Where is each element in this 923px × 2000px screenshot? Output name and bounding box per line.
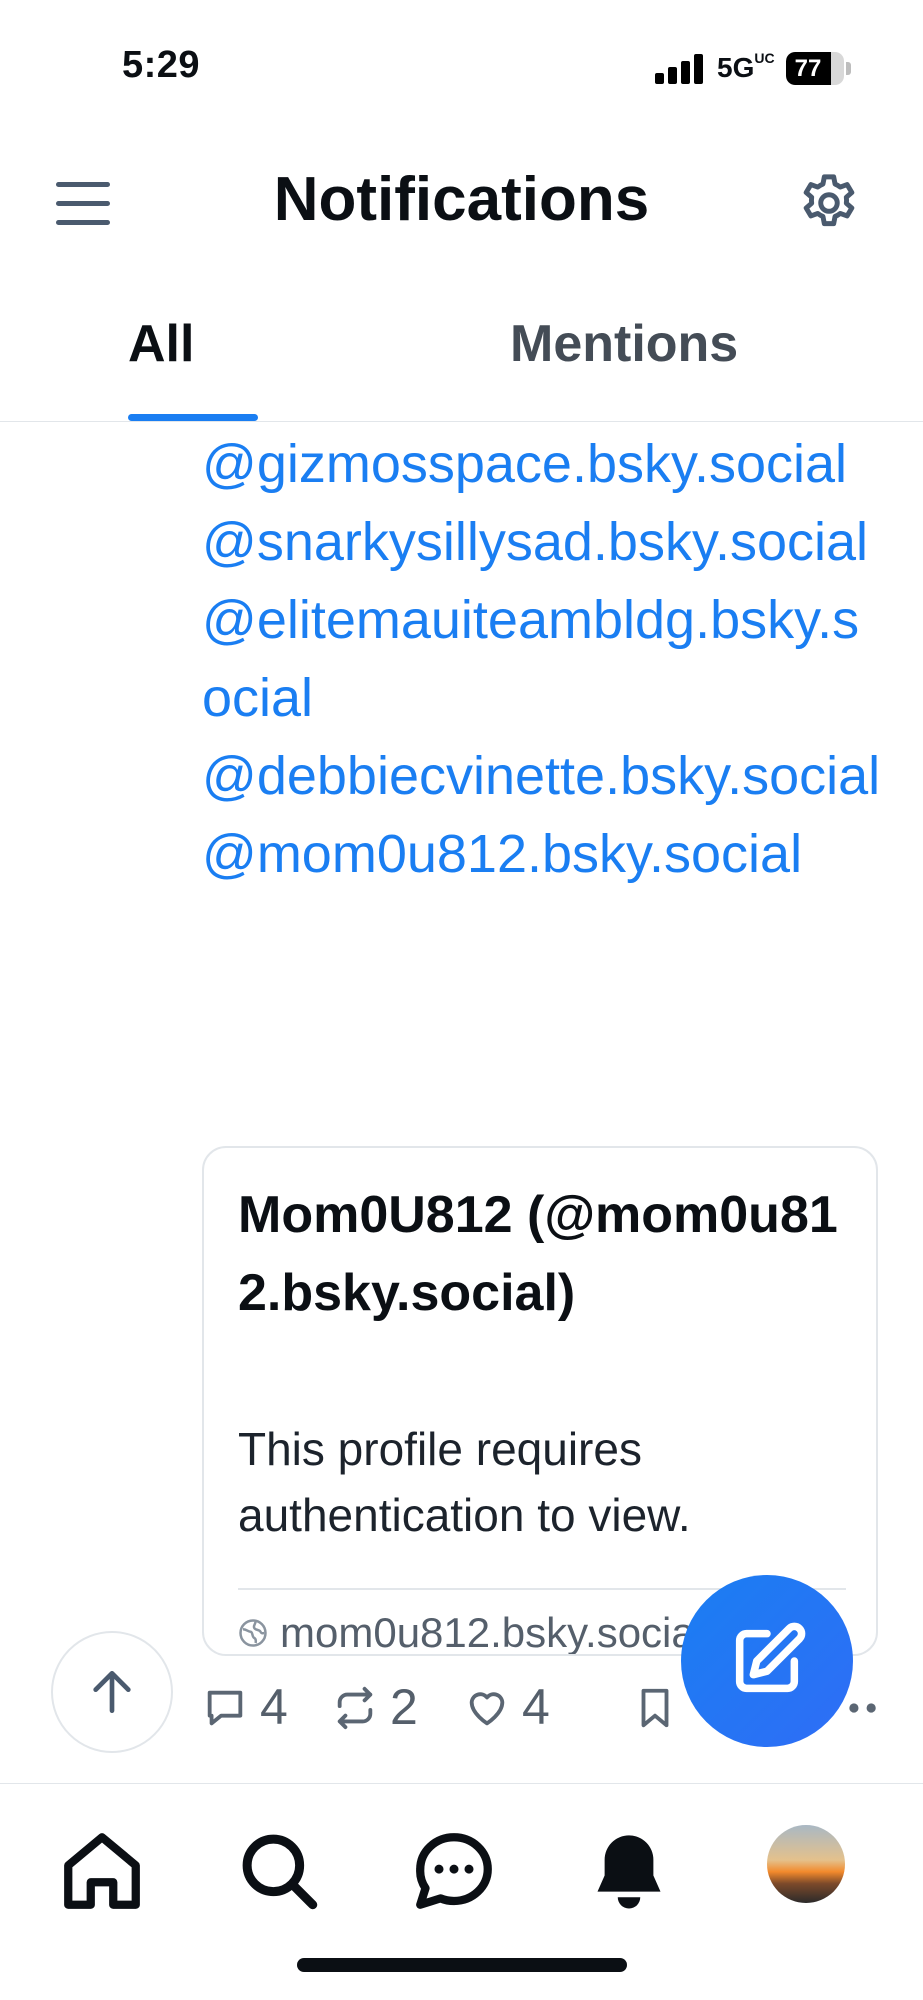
embed-description: This profile requires authentication to … [238, 1423, 691, 1541]
reply-button[interactable]: 4 [202, 1673, 302, 1743]
bookmark-icon [641, 1688, 669, 1728]
repost-button[interactable]: 2 [332, 1673, 432, 1743]
repost-icon [337, 1686, 373, 1730]
globe-icon [239, 1619, 267, 1647]
tab-bar: All Mentions [0, 290, 923, 422]
mention-link[interactable]: @snarkysillysad.bsky.social [202, 503, 882, 581]
home-indicator [297, 1958, 627, 1972]
reply-icon [207, 1690, 243, 1726]
compose-post-button[interactable] [681, 1575, 853, 1747]
embed-domain: mom0u812.bsky.social [280, 1609, 705, 1654]
nav-notifications[interactable] [584, 1826, 674, 1916]
battery-tip [846, 62, 851, 75]
signal-icon [655, 54, 705, 84]
nav-messages[interactable] [409, 1826, 499, 1916]
mention-link[interactable]: @debbiecvinette.bsky.social [202, 737, 882, 815]
status-time: 5:29 [122, 44, 201, 86]
chat-icon [416, 1833, 492, 1909]
nav-home[interactable] [57, 1826, 147, 1916]
bookmark-button[interactable] [632, 1673, 682, 1743]
reply-count: 4 [260, 1679, 288, 1735]
header: Notifications [0, 150, 923, 260]
tab-all[interactable]: All [128, 314, 258, 374]
mention-list: @gizmosspace.bsky.social @snarkysillysad… [202, 425, 882, 893]
page-title: Notifications [273, 165, 650, 234]
mention-link[interactable]: @gizmosspace.bsky.social [202, 425, 882, 503]
nav-search[interactable] [234, 1826, 324, 1916]
home-icon [64, 1833, 140, 1909]
tab-mentions[interactable]: Mentions [510, 314, 738, 374]
compose-icon [735, 1622, 806, 1693]
search-icon [242, 1834, 318, 1910]
bell-icon [597, 1835, 661, 1909]
like-button[interactable]: 4 [464, 1673, 564, 1743]
network-indicator: 5GUC [717, 49, 775, 83]
arrow-up-icon [93, 1671, 131, 1713]
scroll-to-top-button[interactable] [51, 1631, 173, 1753]
heart-icon [469, 1692, 505, 1726]
mention-link[interactable]: @mom0u812.bsky.social [202, 815, 882, 893]
mention-link[interactable]: @elitemauiteambldg.bsky.social [202, 581, 882, 737]
status-bar: 5:29 5GUC 77 [0, 0, 923, 130]
repost-count: 2 [390, 1679, 418, 1735]
avatar[interactable] [767, 1825, 845, 1903]
gear-icon[interactable] [796, 170, 862, 236]
battery-percent: 77 [794, 55, 822, 82]
battery-icon: 77 [786, 52, 844, 85]
embed-title: Mom0U812 (@mom0u812.bsky.social) [238, 1186, 838, 1322]
like-count: 4 [522, 1679, 550, 1735]
tab-active-indicator [128, 414, 258, 421]
